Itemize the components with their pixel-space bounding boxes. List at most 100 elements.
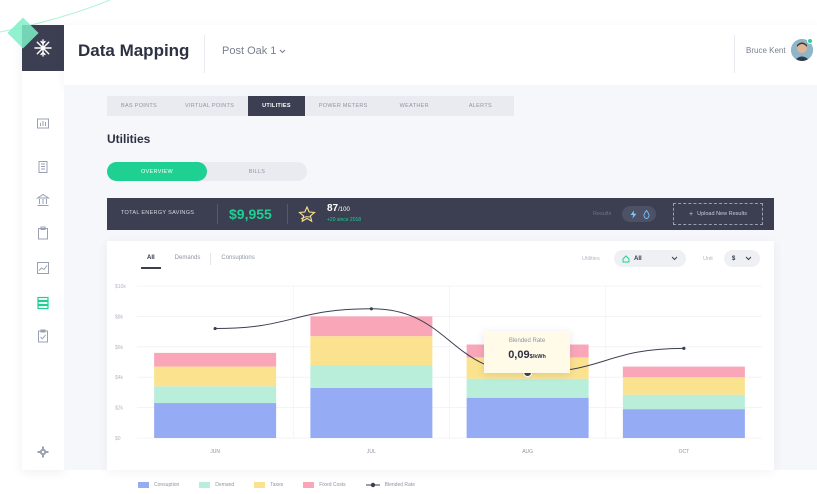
settings-icon[interactable] bbox=[36, 445, 50, 459]
score-value: 87 bbox=[327, 203, 339, 214]
unit-label: Unit bbox=[703, 256, 713, 262]
y-tick-label: $6k bbox=[115, 345, 124, 351]
tab-weather[interactable]: WEATHER bbox=[382, 96, 447, 116]
bar-segment-demand bbox=[466, 378, 589, 398]
legend-item-blended-rate[interactable]: Blended Rate bbox=[365, 482, 415, 488]
divider bbox=[287, 204, 288, 224]
blended-rate-point bbox=[213, 326, 217, 331]
tooltip-title: Blended Rate bbox=[508, 338, 546, 344]
star-icon bbox=[298, 206, 316, 223]
legend-label: Demand bbox=[215, 482, 235, 488]
building-icon[interactable] bbox=[36, 160, 50, 174]
y-tick-label: $0 bbox=[115, 436, 121, 442]
header-divider bbox=[204, 35, 205, 73]
savings-label: TOTAL ENERGY SAVINGS bbox=[121, 210, 195, 216]
app-title: Data Mapping bbox=[78, 41, 190, 60]
bar-segment-consuption bbox=[154, 403, 277, 438]
user-name[interactable]: Bruce Kent bbox=[746, 46, 786, 55]
score-change: +20 since 2018 bbox=[327, 217, 362, 223]
header-divider bbox=[734, 35, 735, 73]
blended-rate-point bbox=[682, 346, 686, 350]
legend-swatch bbox=[254, 482, 266, 488]
page-title: Utilities bbox=[107, 132, 151, 146]
line-marker-icon bbox=[365, 482, 380, 488]
legend-swatch bbox=[138, 482, 149, 488]
x-tick-label: JUN bbox=[210, 449, 220, 455]
bar-segment-taxes bbox=[154, 366, 277, 387]
bar-segment-demand bbox=[310, 365, 433, 388]
chart-tab-all[interactable]: All bbox=[137, 251, 165, 269]
unit-select[interactable]: $ bbox=[724, 250, 760, 267]
upload-results-button[interactable]: + Upload New Results bbox=[673, 203, 763, 225]
x-tick-label: JUL bbox=[367, 449, 376, 455]
bar-segment-consuption bbox=[622, 409, 745, 438]
tab-bas-points[interactable]: BAS POINTS bbox=[107, 96, 171, 116]
legend-item-taxes[interactable]: Taxes bbox=[254, 482, 283, 488]
upload-label: Upload New Results bbox=[697, 211, 747, 217]
trend-chart-icon[interactable] bbox=[36, 261, 50, 275]
view-toggle: OVERVIEW BILLS bbox=[107, 162, 307, 181]
snowflake-logo-icon bbox=[34, 39, 52, 57]
score-max: /100 bbox=[338, 207, 350, 213]
chart-tab-demands[interactable]: Demands bbox=[165, 251, 211, 269]
bar-segment-fixed-costs bbox=[622, 366, 745, 378]
building-chart-icon[interactable] bbox=[36, 115, 50, 129]
legend-item-consumption[interactable]: Consuption bbox=[138, 482, 179, 488]
chart-tabs: All Demands Consuptions bbox=[137, 251, 265, 269]
results-label: Results bbox=[593, 211, 612, 217]
legend-swatch bbox=[303, 482, 315, 488]
legend-label: Taxes bbox=[270, 482, 284, 488]
legend-swatch bbox=[199, 482, 211, 488]
utilities-chart: $0 $2k $4k $6k $8k $10k JUN JUL AUG OCT bbox=[115, 284, 762, 455]
legend-label: Blended Rate bbox=[384, 482, 415, 488]
chevron-down-icon bbox=[745, 256, 752, 261]
bank-icon[interactable] bbox=[35, 193, 51, 207]
legend-item-demand[interactable]: Demand bbox=[199, 482, 234, 488]
plus-icon: + bbox=[689, 210, 694, 218]
legend-label: Fixed Costs bbox=[319, 482, 346, 488]
tooltip-value: 0,09$/kWh bbox=[484, 349, 570, 361]
legend-item-fixed-costs[interactable]: Fixed Costs bbox=[303, 482, 346, 488]
overview-button[interactable]: OVERVIEW bbox=[107, 162, 207, 181]
top-tabs: BAS POINTS VIRTUAL POINTS UTILITIES POWE… bbox=[107, 96, 514, 116]
bar-segment-taxes bbox=[622, 377, 745, 395]
score: 87/100 bbox=[327, 203, 350, 214]
data-mapping-icon[interactable] bbox=[36, 296, 50, 310]
clipboard-icon[interactable] bbox=[36, 226, 50, 240]
site-name: Post Oak 1 bbox=[222, 45, 277, 57]
divider bbox=[217, 204, 218, 224]
y-tick-label: $8k bbox=[115, 314, 124, 320]
drop-icon bbox=[642, 209, 650, 219]
savings-value: $9,955 bbox=[229, 206, 272, 222]
unit-value: $ bbox=[732, 255, 736, 262]
results-toggle[interactable] bbox=[622, 206, 656, 222]
utilities-label: Utilities bbox=[582, 256, 600, 262]
y-tick-label: $10k bbox=[115, 284, 126, 290]
tab-virtual-points[interactable]: VIRTUAL POINTS bbox=[171, 96, 248, 116]
tab-alerts[interactable]: ALERTS bbox=[447, 96, 514, 116]
lightning-icon bbox=[630, 210, 636, 218]
bar-segment-fixed-costs bbox=[154, 352, 277, 367]
header: Data Mapping Post Oak 1 Bruce Kent bbox=[64, 25, 817, 85]
chart-tab-consumptions[interactable]: Consuptions bbox=[211, 251, 264, 269]
y-tick-label: $2k bbox=[115, 406, 124, 412]
tooltip-number: 0,09 bbox=[508, 349, 530, 361]
chevron-down-icon bbox=[280, 49, 286, 53]
bar-segment-demand bbox=[154, 386, 277, 404]
site-selector[interactable]: Post Oak 1 bbox=[222, 45, 286, 57]
legend-label: Consuption bbox=[154, 482, 180, 488]
tooltip-unit: $/kWh bbox=[529, 354, 546, 360]
bar-segment-consuption bbox=[310, 387, 433, 438]
sidebar bbox=[22, 25, 64, 470]
tab-power-meters[interactable]: POWER METERS bbox=[305, 96, 382, 116]
checklist-icon[interactable] bbox=[36, 329, 50, 343]
savings-bar: TOTAL ENERGY SAVINGS $9,955 87/100 +20 s… bbox=[107, 198, 774, 230]
bar-segment-consuption bbox=[466, 397, 589, 438]
x-tick-label: AUG bbox=[522, 449, 533, 455]
y-tick-label: $4k bbox=[115, 375, 124, 381]
utilities-select[interactable]: All bbox=[614, 250, 686, 267]
tab-utilities[interactable]: UTILITIES bbox=[248, 96, 305, 116]
bills-button[interactable]: BILLS bbox=[207, 162, 307, 181]
online-status-dot bbox=[807, 38, 813, 44]
bar-segment-demand bbox=[622, 394, 745, 410]
